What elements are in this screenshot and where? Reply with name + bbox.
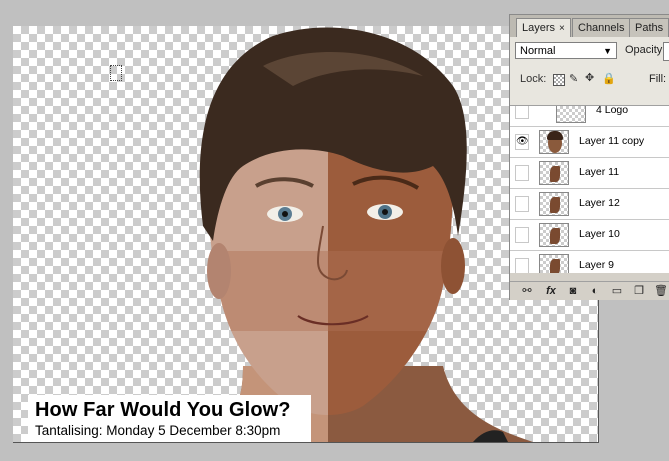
opacity-input[interactable]	[663, 42, 669, 61]
layer-row-layer-12[interactable]: Layer 12	[510, 189, 669, 220]
tab-paths-label: Paths	[635, 22, 664, 34]
layer-name: Layer 9	[579, 259, 615, 271]
fx-icon[interactable]: fx	[544, 284, 558, 298]
visibility-toggle[interactable]	[515, 165, 529, 181]
text-cursor-icon	[110, 65, 122, 81]
right-ear	[441, 238, 465, 294]
layer-options: Normal ▼ Opacity: Lock: ✎ ✥ 🔒 Fill:	[510, 37, 669, 106]
caption-box: How Far Would You Glow? Tantalising: Mon…	[28, 395, 311, 442]
visibility-toggle[interactable]	[515, 258, 529, 273]
visibility-toggle[interactable]	[515, 196, 529, 212]
layer-thumbnail	[539, 223, 569, 247]
mask-icon[interactable]: ◙	[566, 284, 580, 298]
layer-thumbnail	[539, 130, 569, 154]
layer-name: 4 Logo	[596, 106, 629, 116]
layer-row-layer-11[interactable]: Layer 11	[510, 158, 669, 189]
chevron-down-icon: ▼	[603, 46, 612, 56]
trash-icon[interactable]: 🗑	[654, 284, 668, 298]
tab-channels-label: Channels	[578, 22, 625, 34]
tab-layers[interactable]: Layers ×	[516, 18, 571, 37]
layer-name: Layer 11 copy	[579, 135, 645, 147]
tab-paths[interactable]: Paths	[629, 18, 669, 37]
layers-panel-footer: ⚯ fx ◙ ◐ ▭ ❐ 🗑	[510, 281, 669, 300]
layer-row-layer-9[interactable]: Layer 9	[510, 251, 669, 273]
lock-transparency-icon[interactable]	[553, 74, 565, 86]
fill-label: Fill:	[649, 73, 667, 85]
tab-channels[interactable]: Channels	[572, 18, 631, 37]
panel-tab-bar: Layers × Channels Paths	[510, 15, 669, 37]
visibility-toggle[interactable]	[515, 227, 529, 243]
layer-row-layer-11-copy[interactable]: 👁 Layer 11 copy	[510, 127, 669, 158]
layers-list: 4 Logo 👁 Layer 11 copy Layer 11 Layer 12…	[510, 106, 669, 273]
caption-title: How Far Would You Glow?	[35, 399, 291, 421]
left-ear	[207, 243, 231, 299]
layer-row-layer-10[interactable]: Layer 10	[510, 220, 669, 251]
layer-name: Layer 12	[579, 197, 620, 209]
new-layer-icon[interactable]: ❐	[632, 284, 646, 298]
layer-thumbnail	[539, 254, 569, 273]
layer-name: Layer 10	[579, 228, 620, 240]
layer-thumbnail	[539, 161, 569, 185]
blend-mode-select[interactable]: Normal ▼	[515, 42, 617, 59]
close-icon[interactable]: ×	[559, 23, 565, 34]
layer-thumbnail	[556, 106, 586, 123]
lock-all-icon[interactable]: 🔒	[602, 72, 616, 85]
blend-mode-value: Normal	[520, 45, 556, 57]
layer-thumbnail	[539, 192, 569, 216]
layer-row-4-logo[interactable]: 4 Logo	[510, 106, 669, 127]
eye-icon[interactable]: 👁	[515, 134, 529, 150]
lock-pixels-icon[interactable]: ✎	[569, 72, 578, 85]
opacity-label: Opacity:	[625, 44, 666, 56]
caption-subtitle: Tantalising: Monday 5 December 8:30pm	[35, 423, 281, 438]
tab-layers-label: Layers	[522, 22, 556, 34]
layers-panel: Layers × Channels Paths Normal ▼ Opacity:…	[509, 14, 669, 300]
layer-name: Layer 11	[579, 166, 620, 178]
group-folder-icon[interactable]: ▭	[610, 284, 624, 298]
visibility-toggle[interactable]	[515, 106, 529, 119]
lock-position-icon[interactable]: ✥	[585, 71, 594, 84]
link-icon[interactable]: ⚯	[520, 284, 534, 298]
lock-label: Lock:	[520, 73, 547, 85]
adjustment-icon[interactable]: ◐	[588, 284, 602, 298]
